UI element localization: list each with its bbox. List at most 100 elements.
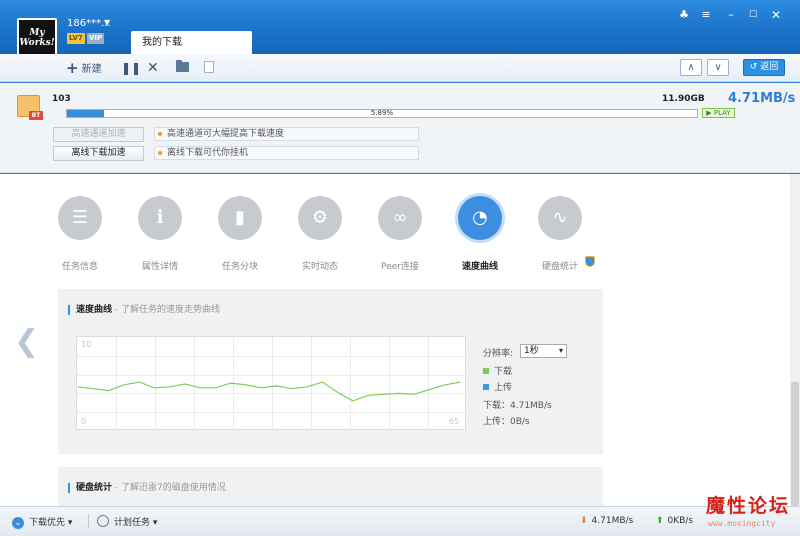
upload-speed-readout: 上传：0B/s bbox=[483, 417, 530, 427]
disk-stats-section: 硬盘统计 - 了解迅雷7的磁盘使用情况 bbox=[58, 467, 603, 506]
avatar[interactable]: My Works! bbox=[17, 18, 57, 58]
chevron-down-icon: ⌄ bbox=[12, 517, 24, 529]
tab-blocks[interactable]: ▮ 任务分块 bbox=[217, 196, 263, 272]
back-label: 返回 bbox=[760, 62, 779, 72]
tab-peer[interactable]: ∞ Peer连接 bbox=[377, 196, 423, 272]
arrow-down-icon: ⬇ bbox=[580, 516, 588, 526]
watermark: 魔性论坛 bbox=[706, 495, 791, 517]
play-button[interactable]: ▶ PLAY bbox=[702, 108, 735, 118]
open-folder-icon[interactable] bbox=[176, 60, 189, 72]
chevron-down-icon[interactable]: ▼ bbox=[104, 18, 110, 27]
tab-properties[interactable]: ℹ 属性详情 bbox=[137, 196, 183, 272]
disk-title: 硬盘统计 bbox=[68, 483, 113, 493]
highspeed-accel-button[interactable]: 高速通道加速 bbox=[53, 127, 144, 142]
tab-label: 任务信息 bbox=[61, 262, 98, 272]
task-speed: 4.71MB/s bbox=[728, 91, 796, 106]
speedometer-icon: ◔ bbox=[458, 196, 502, 240]
legend-label: 上传 bbox=[494, 383, 513, 393]
task-size: 11.90GB bbox=[662, 94, 705, 104]
maximize-button[interactable]: ☐ bbox=[746, 8, 760, 22]
move-up-button[interactable]: ∧ bbox=[680, 59, 702, 76]
tab-disk-stats[interactable]: ∿ 硬盘统计 bbox=[537, 196, 583, 272]
new-task-button[interactable]: + 新建 bbox=[66, 54, 102, 82]
tab-task-info[interactable]: ☰ 任务信息 bbox=[57, 196, 103, 272]
status-download-speed: ⬇ 4.71MB/s bbox=[580, 516, 633, 526]
y-bottom-label: 0 bbox=[81, 417, 87, 426]
tab-my-downloads[interactable]: 我的下载 bbox=[131, 31, 252, 54]
info-icon: ℹ bbox=[138, 196, 182, 240]
bt-tag: BT bbox=[29, 111, 43, 120]
scrollbar-thumb[interactable] bbox=[791, 382, 799, 506]
series-line-0 bbox=[77, 381, 461, 402]
bars-icon: ▮ bbox=[218, 196, 262, 240]
title-bar: My Works! 186***... ▼ LV7 VIP 我的下载 ♣ ≡ –… bbox=[0, 0, 800, 58]
scheduled-tasks-button[interactable]: 计划任务 ▾ bbox=[97, 515, 157, 528]
task-row[interactable]: BT 103 11.90GB 4.71MB/s 5.89% ▶ PLAY 高速通… bbox=[0, 83, 800, 173]
resolution-label: 分辨率: bbox=[483, 349, 514, 359]
status-bar: ⌄ 下载优先 ▾ 计划任务 ▾ ⬇ 4.71MB/s ⬆ 0KB/s bbox=[0, 506, 800, 536]
highspeed-hint: 高速通道可大幅提高下载速度 bbox=[154, 127, 419, 141]
tab-label: 硬盘统计 bbox=[541, 262, 578, 272]
tab-label: 属性详情 bbox=[141, 262, 178, 272]
vip-badge[interactable]: VIP bbox=[87, 33, 105, 44]
clock-icon bbox=[97, 515, 109, 527]
plus-icon: + bbox=[66, 59, 79, 77]
legend-label: 下载 bbox=[494, 367, 513, 377]
close-button[interactable]: ✕ bbox=[769, 8, 783, 22]
wave-icon: ∿ bbox=[538, 196, 582, 240]
legend-download: 下载 bbox=[483, 364, 512, 377]
tab-label: 实时动态 bbox=[301, 262, 338, 272]
progress-bar: 5.89% bbox=[66, 109, 698, 118]
speed-chart-svg bbox=[77, 337, 467, 431]
delete-button[interactable]: ✕ bbox=[147, 54, 159, 82]
section-title: 速度曲线 - 了解任务的速度走势曲线 bbox=[68, 302, 220, 315]
divider bbox=[88, 514, 89, 528]
chevron-left-icon[interactable]: ❮ bbox=[14, 324, 39, 359]
gear-icon: ⚙ bbox=[298, 196, 342, 240]
back-button[interactable]: ↺ 返回 bbox=[743, 59, 785, 76]
tab-label: 速度曲线 bbox=[461, 262, 498, 272]
section-title: 硬盘统计 - 了解迅雷7的磁盘使用情况 bbox=[68, 480, 226, 493]
schedule-label: 计划任务 bbox=[114, 518, 151, 528]
minimize-button[interactable]: – bbox=[724, 8, 738, 22]
status-upload-speed: ⬆ 0KB/s bbox=[656, 516, 693, 526]
speed-title: 速度曲线 bbox=[68, 305, 113, 315]
download-priority-button[interactable]: ⌄ 下载优先 ▾ bbox=[12, 515, 72, 529]
legend-upload: 上传 bbox=[483, 380, 512, 393]
y-top-label: 10 bbox=[81, 340, 92, 349]
skin-icon[interactable]: ♣ bbox=[677, 8, 691, 22]
shield-icon bbox=[585, 256, 595, 267]
level-badge: LV7 bbox=[67, 33, 85, 44]
tab-label: 任务分块 bbox=[221, 262, 258, 272]
download-speed-readout: 下载：4.71MB/s bbox=[483, 401, 552, 411]
status-up-value: 0KB/s bbox=[667, 516, 694, 526]
watermark-url: www.moxingcity bbox=[708, 519, 776, 528]
speed-curve-section: 速度曲线 - 了解任务的速度走势曲线 10 0 65 分辨率: 1秒 下载 上传… bbox=[58, 289, 603, 454]
menu-icon[interactable]: ≡ bbox=[699, 8, 713, 22]
legend-swatch bbox=[483, 368, 489, 374]
priority-label: 下载优先 bbox=[29, 518, 66, 528]
pause-button[interactable]: ❚❚ bbox=[121, 54, 141, 82]
speed-subtitle: - 了解任务的速度走势曲线 bbox=[112, 305, 220, 315]
disk-subtitle: - 了解迅雷7的磁盘使用情况 bbox=[112, 483, 226, 493]
task-name: 103 bbox=[52, 94, 71, 104]
speed-chart: 10 0 65 bbox=[76, 336, 467, 431]
new-task-label: 新建 bbox=[81, 64, 102, 75]
arrow-up-icon: ⬆ bbox=[656, 516, 664, 526]
detail-panel: ❮ ☰ 任务信息 ℹ 属性详情 ▮ 任务分块 ⚙ 实时动态 ∞ Peer连接 ◔… bbox=[0, 174, 800, 506]
list-icon: ☰ bbox=[58, 196, 102, 240]
link-icon: ∞ bbox=[378, 196, 422, 240]
x-end-label: 65 bbox=[449, 417, 460, 426]
tab-speed-curve[interactable]: ◔ 速度曲线 bbox=[457, 196, 503, 272]
tab-label: Peer连接 bbox=[381, 262, 419, 272]
tab-realtime[interactable]: ⚙ 实时动态 bbox=[297, 196, 343, 272]
progress-percent: 5.89% bbox=[370, 109, 394, 117]
resolution-select[interactable]: 1秒 bbox=[520, 344, 567, 358]
offline-accel-button[interactable]: 离线下载加速 bbox=[53, 146, 144, 161]
legend-swatch bbox=[483, 384, 489, 390]
move-down-button[interactable]: ∨ bbox=[707, 59, 729, 76]
play-label: PLAY bbox=[713, 109, 731, 117]
scrollbar[interactable] bbox=[790, 174, 800, 506]
offline-hint: 离线下载可代你挂机 bbox=[154, 146, 419, 160]
document-icon[interactable] bbox=[204, 61, 214, 73]
